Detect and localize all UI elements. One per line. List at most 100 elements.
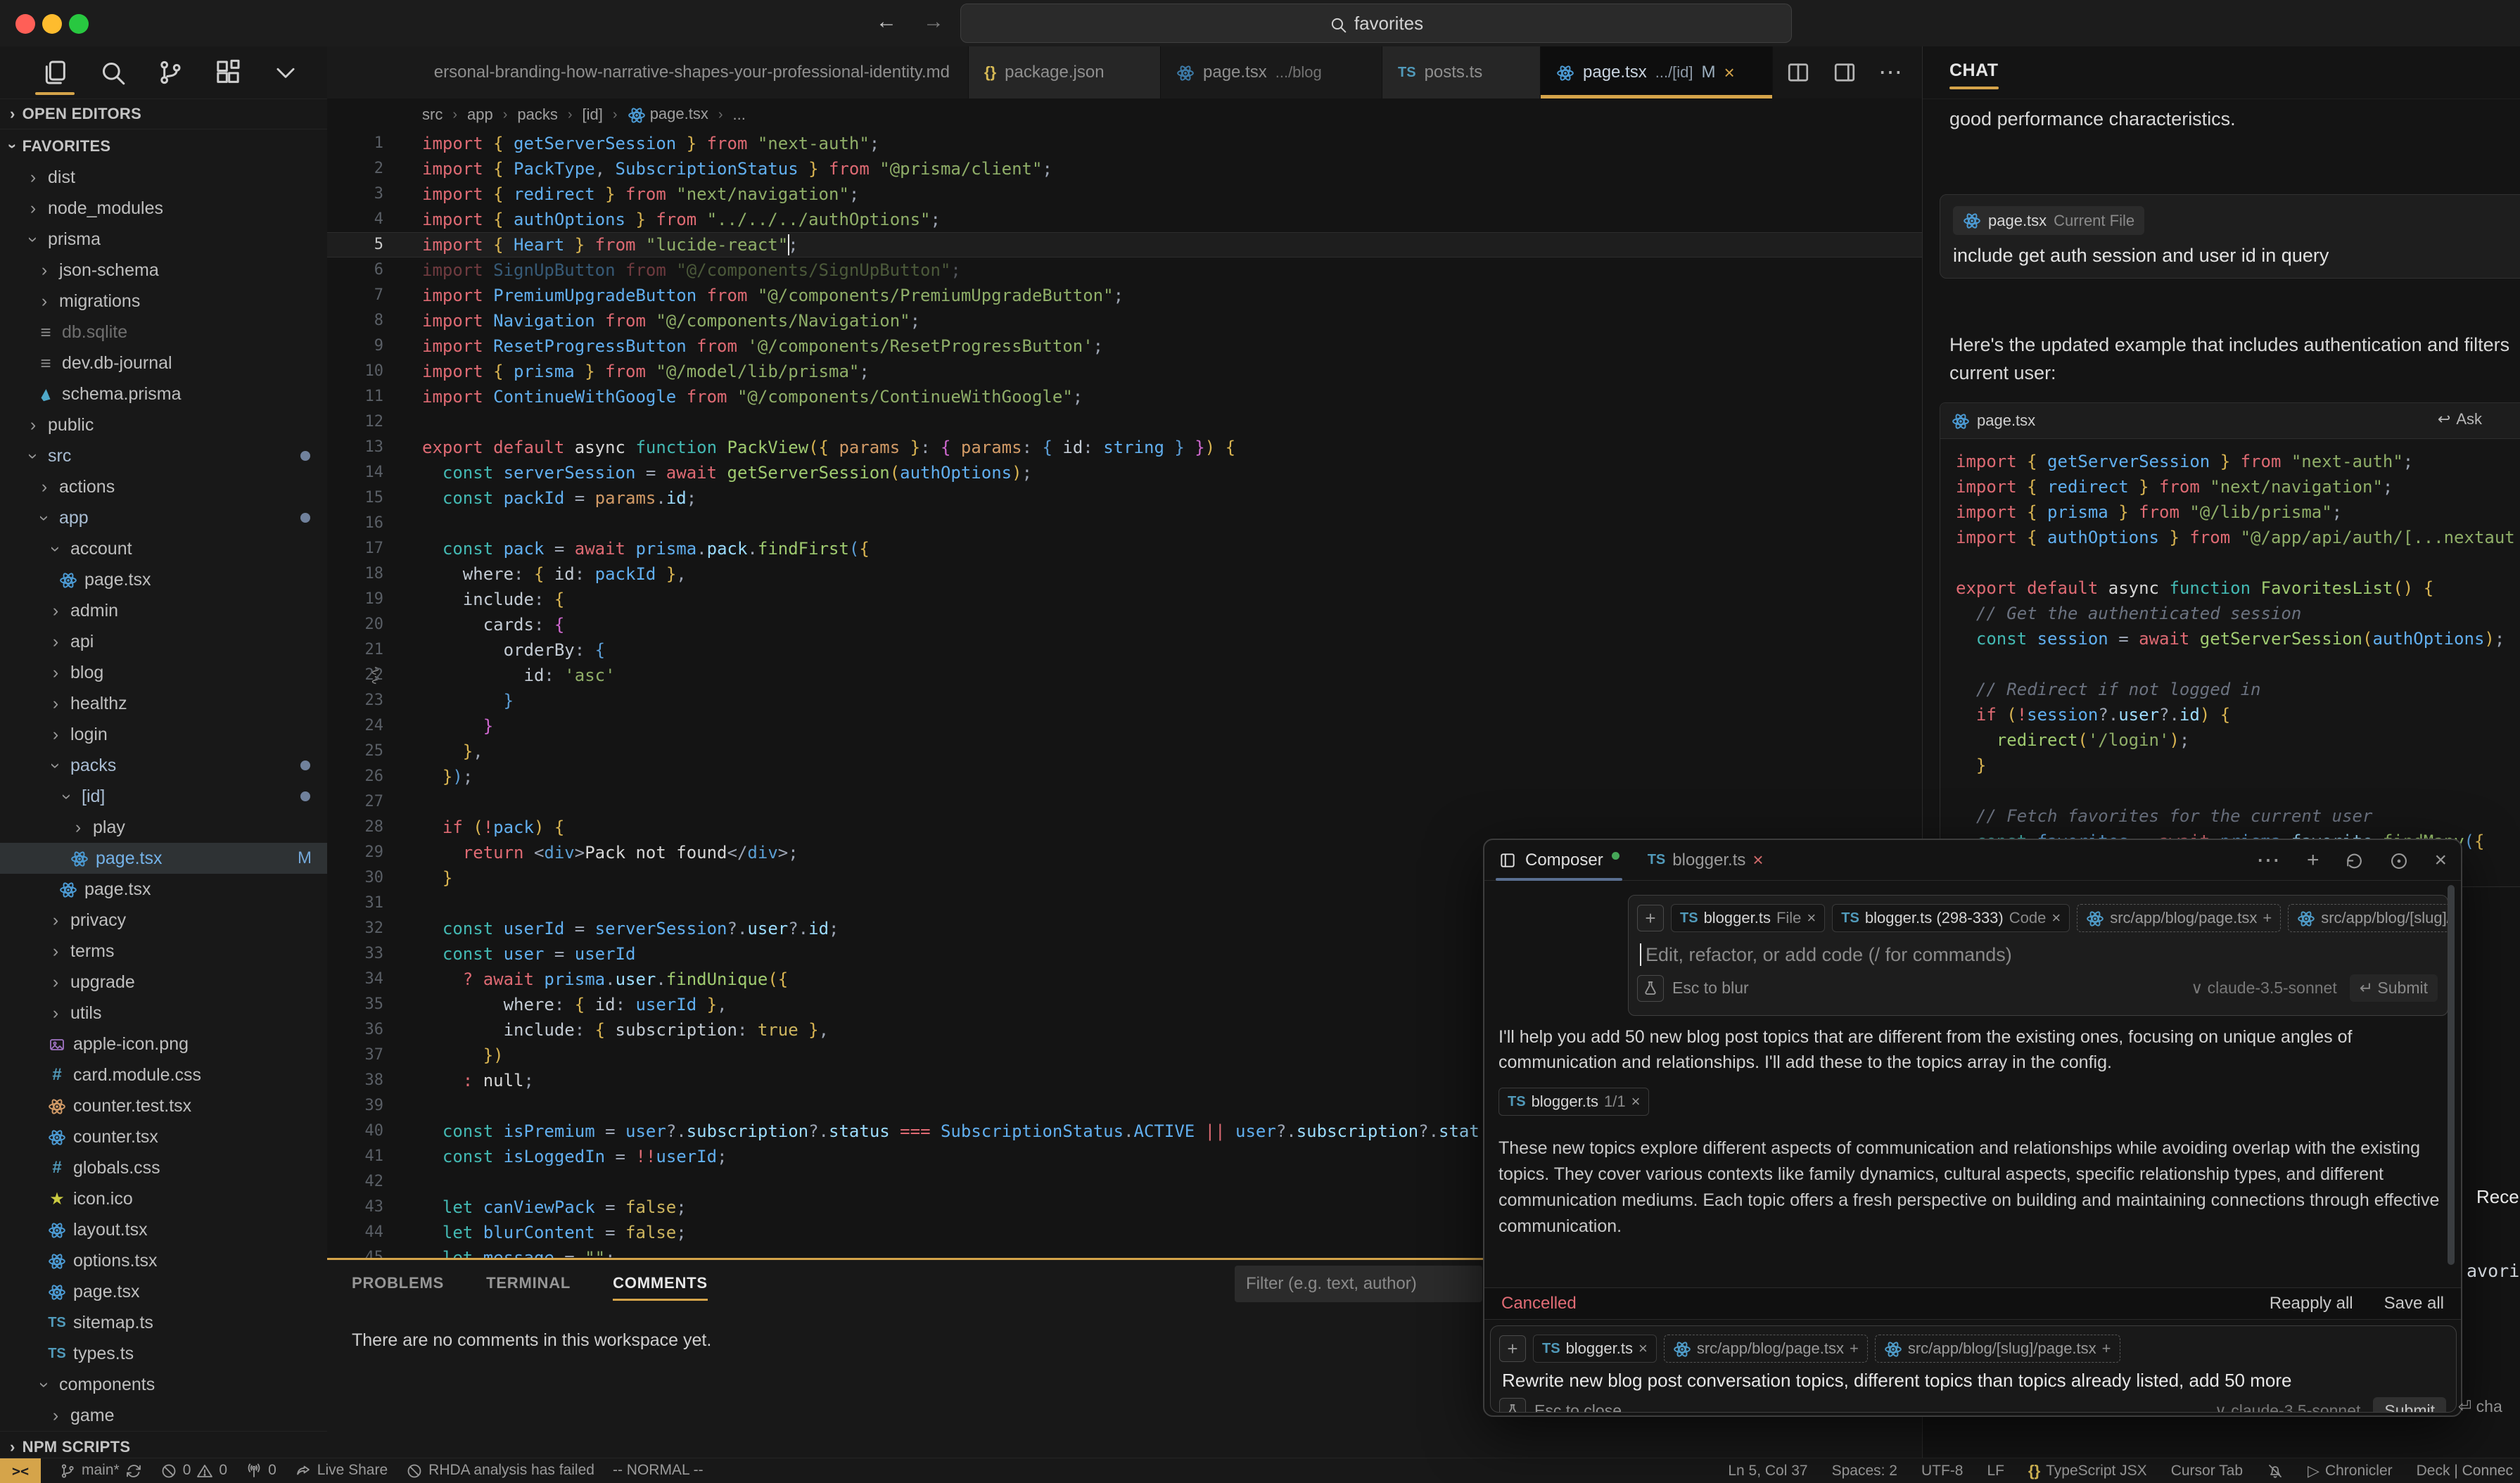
close-icon[interactable]: × — [2434, 848, 2447, 872]
tree-item-account[interactable]: › account — [0, 533, 327, 564]
add-context-button[interactable]: + — [1637, 905, 1664, 931]
zoom-window-button[interactable] — [69, 14, 89, 34]
status-item[interactable]: UTF-8 — [1921, 1463, 1964, 1479]
remote-indicator[interactable]: >< — [0, 1458, 41, 1483]
panel-tab-terminal[interactable]: TERMINAL — [486, 1264, 571, 1302]
breadcrumb-item[interactable]: [id] — [583, 106, 603, 124]
tree-item-upgrade[interactable]: › upgrade — [0, 967, 327, 998]
context-chip[interactable]: TS blogger.ts (298-333) Code × — [1832, 904, 2070, 932]
tree-item-packs[interactable]: › packs — [0, 750, 327, 781]
close-icon[interactable]: × — [1807, 909, 1816, 927]
status-item[interactable]: -- NORMAL -- — [613, 1462, 704, 1479]
context-chip[interactable]: TS blogger.ts × — [1533, 1335, 1657, 1363]
status-item[interactable]: ▷ Chronicler — [2308, 1462, 2393, 1480]
status-item[interactable]: Live Share — [295, 1462, 388, 1479]
composer-scrollbar[interactable] — [2448, 885, 2455, 1265]
tree-item-terms[interactable]: › terms — [0, 936, 327, 967]
panel-tab-comments[interactable]: COMMENTS — [613, 1264, 708, 1302]
breadcrumb-item[interactable]: app — [467, 106, 493, 124]
status-item[interactable]: RHDA analysis has failed — [406, 1462, 594, 1479]
panel-tab-problems[interactable]: PROBLEMS — [352, 1264, 444, 1302]
composer-input-bottom[interactable]: + TS blogger.ts × src/app/blog/page.tsx + src/… — [1490, 1325, 2457, 1413]
tree-item-migrations[interactable]: › migrations — [0, 286, 327, 317]
tree-item-dist[interactable]: › dist — [0, 162, 327, 193]
submit-button[interactable]: Submit — [2373, 1397, 2446, 1412]
tree-item-counter.test.tsx[interactable]: counter.test.tsx — [0, 1090, 327, 1121]
status-item[interactable]: main* — [59, 1462, 142, 1479]
composer-file-chip[interactable]: TS blogger.ts 1/1 × — [1498, 1088, 1650, 1116]
tree-item-json-schema[interactable]: › json-schema — [0, 255, 327, 286]
tree-item-page.tsx[interactable]: page.tsx M — [0, 843, 327, 874]
tree-item-db.sqlite[interactable]: ≡ db.sqlite — [0, 317, 327, 348]
tree-item-dev.db-journal[interactable]: ≡ dev.db-journal — [0, 348, 327, 378]
tree-item-actions[interactable]: › actions — [0, 471, 327, 502]
comments-filter-input[interactable] — [1235, 1266, 1482, 1302]
tree-item-options.tsx[interactable]: options.tsx — [0, 1245, 327, 1276]
tree-item-login[interactable]: › login — [0, 719, 327, 750]
search-icon[interactable] — [97, 54, 128, 91]
target-icon[interactable] — [2389, 849, 2409, 872]
more-actions-icon[interactable]: ⋯ — [1878, 58, 1904, 87]
tab-page.tsx[interactable]: page.tsx .../[id] M × — [1541, 46, 1773, 98]
breadcrumb-item[interactable]: src — [422, 106, 443, 124]
status-item[interactable]: 0 — [246, 1462, 276, 1479]
model-selector[interactable]: ∨ claude-3.5-sonnet — [2191, 979, 2336, 998]
tree-item-blog[interactable]: › blog — [0, 657, 327, 688]
minimize-window-button[interactable] — [42, 14, 62, 34]
current-file-chip[interactable]: page.tsx Current File — [1953, 206, 2145, 236]
composer-file-tab[interactable]: TS blogger.ts × — [1648, 849, 1764, 871]
context-chip[interactable]: TS blogger.ts File × — [1671, 904, 1826, 932]
status-item[interactable]: {} TypeScript JSX — [2028, 1462, 2147, 1480]
chevron-down-icon[interactable] — [270, 54, 301, 91]
tree-item-components[interactable]: › components — [0, 1369, 327, 1400]
status-item[interactable]: LF — [1987, 1463, 2004, 1479]
tree-item-utils[interactable]: › utils — [0, 998, 327, 1029]
context-chip[interactable]: src/app/blog/page.tsx + — [2077, 904, 2282, 932]
tree-item-play[interactable]: › play — [0, 812, 327, 843]
tree-item-healthz[interactable]: › healthz — [0, 688, 327, 719]
tab-posts.ts[interactable]: TS posts.ts — [1382, 46, 1541, 98]
model-selector[interactable]: ∨ claude-3.5-sonnet — [2215, 1401, 2360, 1412]
tree-item-types.ts[interactable]: TS types.ts — [0, 1338, 327, 1369]
context-chip[interactable]: src/app/blog/[slug]/page.tsx + — [1874, 1335, 2120, 1363]
save-all-button[interactable]: Save all — [2384, 1294, 2444, 1313]
navigate-forward-button[interactable]: → — [923, 10, 944, 34]
tree-item-node-modules[interactable]: › node_modules — [0, 193, 327, 224]
tab-ersonal-branding-how-narrative-shapes-your-professional-identity.md[interactable]: ersonal-branding-how-narrative-shapes-yo… — [327, 46, 969, 98]
status-item[interactable] — [2267, 1462, 2284, 1479]
tree-item-page.tsx[interactable]: page.tsx — [0, 874, 327, 905]
tree-item-public[interactable]: › public — [0, 409, 327, 440]
files-icon[interactable] — [35, 54, 75, 95]
open-editors-section[interactable]: › OPEN EDITORS — [0, 98, 327, 129]
close-tab-icon[interactable]: × — [1724, 62, 1735, 84]
submit-button[interactable]: ↵ Submit — [2349, 974, 2438, 1002]
tree-item-sitemap.ts[interactable]: TS sitemap.ts — [0, 1307, 327, 1338]
tree-item-page.tsx[interactable]: page.tsx — [0, 1276, 327, 1307]
close-icon[interactable]: × — [2051, 909, 2061, 927]
tree-item-schema.prisma[interactable]: schema.prisma — [0, 378, 327, 409]
status-item[interactable]: 00 — [160, 1462, 227, 1479]
command-center-search[interactable]: favorites — [960, 4, 1792, 43]
status-item[interactable]: Deck | Connec — [2417, 1463, 2513, 1479]
chat-tab[interactable]: CHAT — [1949, 61, 1999, 89]
tree-item-layout.tsx[interactable]: layout.tsx — [0, 1214, 327, 1245]
tree-item-card.module.css[interactable]: # card.module.css — [0, 1059, 327, 1090]
tree-item-[id][interactable]: › [id] — [0, 781, 327, 812]
composer-tab[interactable]: Composer — [1496, 840, 1622, 881]
beaker-icon[interactable] — [1499, 1397, 1526, 1412]
more-actions-icon[interactable]: ⋯ — [2256, 846, 2282, 874]
reapply-all-button[interactable]: Reapply all — [2270, 1294, 2353, 1313]
status-item[interactable]: Ln 5, Col 37 — [1728, 1463, 1807, 1479]
extensions-icon[interactable] — [212, 54, 243, 91]
history-icon[interactable] — [2344, 849, 2364, 872]
context-chip[interactable]: src/app/blog/page.tsx + — [1663, 1335, 1868, 1363]
breadcrumb-item[interactable]: ... — [733, 106, 746, 124]
tree-item-api[interactable]: › api — [0, 626, 327, 657]
add-context-button[interactable]: + — [1499, 1335, 1526, 1362]
favorites-section[interactable]: › FAVORITES — [0, 131, 327, 162]
close-window-button[interactable] — [15, 14, 35, 34]
tab-package.json[interactable]: {} package.json — [969, 46, 1161, 98]
tree-item-prisma[interactable]: › prisma — [0, 224, 327, 255]
layout-panel-icon[interactable] — [1832, 60, 1857, 85]
composer-input-top[interactable]: + TS blogger.ts File × TS blogger.ts (298-333)… — [1628, 895, 2448, 1016]
